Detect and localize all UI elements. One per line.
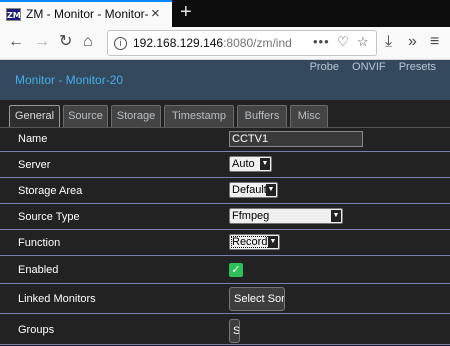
groups-select[interactable]: S [229,319,240,343]
name-label: Name [18,133,48,145]
row-name: Name CCTV1 [0,128,450,152]
close-tab-icon[interactable]: × [151,5,160,22]
back-arrow-icon[interactable]: ← [8,32,24,52]
page-title: Monitor - Monitor-20 [15,73,124,87]
enabled-label: Enabled [18,264,59,276]
presets-link[interactable]: Presets [399,61,436,73]
home-icon[interactable]: ⌂ [83,32,93,52]
enabled-checkbox[interactable]: ✓ [229,263,243,277]
browser-tab[interactable]: ZM ZM - Monitor - Monitor-20 × [0,0,172,27]
page-header: Monitor - Monitor-20 Probe ONVIF Presets [0,60,450,100]
source-type-select-value: Ffmpeg [232,210,270,222]
download-icon[interactable]: ⤓ [385,32,392,52]
site-info-icon[interactable]: i [114,37,127,50]
zm-favicon-icon: ZM [6,8,21,21]
tab-timestamp[interactable]: Timestamp [164,105,234,127]
browser-tab-title: ZM - Monitor - Monitor-20 [26,7,148,21]
select-linked-monitors-button[interactable]: Select Sor [229,287,285,311]
chevron-down-icon: ▼ [260,158,270,170]
pocket-icon[interactable]: ♡ [337,34,349,50]
bookmark-star-icon[interactable]: ☆ [357,34,369,50]
chevron-down-icon: ▼ [331,210,341,222]
tab-misc[interactable]: Misc [290,105,328,127]
server-select[interactable]: Auto ▼ [229,156,272,172]
row-storage-area: Storage Area Default ▼ [0,178,450,204]
storage-area-select-value: Default [232,184,267,196]
url-bar[interactable]: i 192.168.129.146:8080/zm/ind ••• ♡ ☆ [107,30,377,56]
browser-tab-bar: ZM ZM - Monitor - Monitor-20 × + [0,0,450,27]
tab-storage[interactable]: Storage [111,105,161,127]
new-tab-icon[interactable]: + [180,1,192,24]
source-type-label: Source Type [18,211,80,223]
url-text: 192.168.129.146:8080/zm/ind [133,36,292,50]
browser-nav-bar: ← → ↻ ⌂ i 192.168.129.146:8080/zm/ind ••… [0,27,450,60]
forward-arrow-icon[interactable]: → [34,32,50,52]
name-input[interactable]: CCTV1 [229,131,363,147]
chevron-down-icon: ▼ [268,236,278,248]
source-type-select[interactable]: Ffmpeg ▼ [229,208,343,224]
row-groups: Groups S [0,314,450,345]
row-server: Server Auto ▼ [0,152,450,178]
menu-icon[interactable]: ≡ [430,32,439,52]
linked-monitors-label: Linked Monitors [18,293,96,305]
row-function: Function Record ▼ [0,230,450,256]
page-content: Monitor - Monitor-20 Probe ONVIF Presets… [0,60,450,346]
function-label: Function [18,237,61,249]
chevron-down-icon: ▼ [266,184,276,196]
header-links: Probe ONVIF Presets [300,61,436,73]
storage-area-select[interactable]: Default ▼ [229,182,278,198]
row-source-type: Source Type Ffmpeg ▼ [0,204,450,230]
overflow-icon[interactable]: » [408,32,417,52]
tab-general[interactable]: General [9,105,60,127]
function-select-value: Record [232,236,268,248]
server-select-value: Auto [232,158,255,170]
row-enabled: Enabled ✓ [0,256,450,284]
onvif-link[interactable]: ONVIF [352,61,386,73]
page-actions-icon[interactable]: ••• [313,34,330,49]
server-label: Server [18,159,51,171]
reload-icon[interactable]: ↻ [59,32,72,52]
tab-source[interactable]: Source [63,105,108,127]
tab-buffers[interactable]: Buffers [237,105,287,127]
row-linked-monitors: Linked Monitors Select Sor [0,284,450,314]
probe-link[interactable]: Probe [310,61,339,73]
groups-label: Groups [18,324,55,336]
storage-area-label: Storage Area [18,185,83,197]
function-select[interactable]: Record ▼ [229,234,280,250]
